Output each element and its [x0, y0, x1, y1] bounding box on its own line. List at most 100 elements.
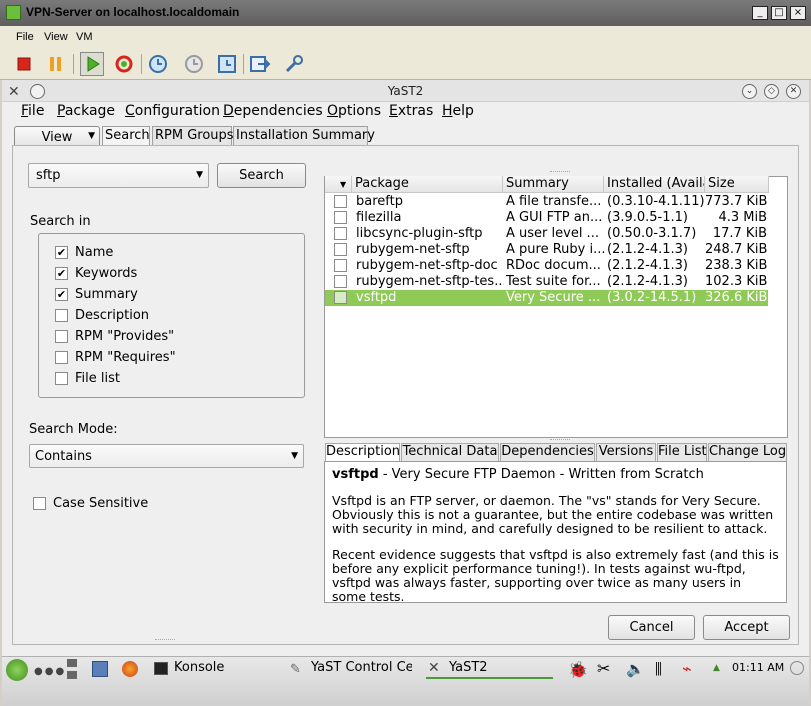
taskbar-yast-control-center[interactable]: YaST Control Cer — [311, 660, 412, 680]
table-row-selected[interactable]: vsftpd Very Secure ... (3.0.2-14.5.1) 32… — [325, 290, 768, 306]
workspace-dots-icon[interactable]: ●●● — [34, 666, 66, 677]
tab-description[interactable]: Description — [325, 443, 400, 461]
snapshot-icon[interactable] — [146, 52, 170, 76]
tab-dependencies[interactable]: Dependencies — [500, 443, 595, 461]
column-header-installed[interactable]: Installed (Availa — [604, 176, 705, 193]
settings-icon[interactable] — [282, 52, 306, 76]
vm-menubar — [0, 26, 811, 48]
menu-dependencies-mnemonic: D — [223, 103, 234, 119]
menu-dependencies[interactable]: Dependencies — [223, 103, 323, 119]
bug-icon[interactable]: 🐞 — [568, 660, 588, 679]
clock[interactable]: 01:11 AM — [732, 661, 784, 674]
play-icon[interactable] — [80, 52, 104, 76]
splitter-grip[interactable] — [550, 171, 570, 172]
summary-checkbox[interactable]: ✔ — [55, 288, 68, 301]
menu-help[interactable]: Help — [442, 103, 474, 119]
cancel-button[interactable]: Cancel — [608, 615, 695, 640]
vm-window-title: VPN-Server on localhost.localdomain — [26, 5, 240, 19]
minimize-button[interactable]: _ — [752, 6, 768, 20]
tab-search[interactable]: Search — [102, 126, 150, 145]
network-disconnected-icon[interactable]: ⌁ — [682, 659, 692, 678]
status-checkbox[interactable] — [334, 243, 347, 256]
refresh-icon[interactable] — [112, 52, 136, 76]
rpm-requires-checkbox[interactable] — [55, 351, 68, 364]
send-keys-icon[interactable] — [248, 52, 272, 76]
menu-configuration-label: onfiguration — [134, 103, 220, 119]
cancel-button-label: Cancel — [629, 620, 674, 635]
tab-file-list[interactable]: File List — [657, 443, 707, 461]
splitter-grip[interactable] — [550, 439, 570, 440]
volume-icon[interactable]: 🔈 — [626, 660, 645, 678]
status-checkbox[interactable] — [334, 227, 347, 240]
menu-file[interactable]: File — [21, 103, 44, 119]
tray-expand-icon[interactable]: ▲ — [713, 663, 720, 673]
search-button[interactable]: Search — [217, 163, 306, 188]
snapshot-revert-icon[interactable] — [182, 52, 206, 76]
vm-menu-file[interactable]: File — [16, 31, 34, 43]
column-header-summary[interactable]: Summary — [503, 176, 604, 193]
keywords-checkbox[interactable]: ✔ — [55, 267, 68, 280]
table-row[interactable]: rubygem-net-sftp A pure Ruby i... (2.1.2… — [325, 242, 768, 258]
name-checkbox[interactable]: ✔ — [55, 246, 68, 259]
table-row[interactable]: libcsync-plugin-sftp A user level ... (0… — [325, 226, 768, 242]
maximize-icon[interactable]: ◇ — [764, 84, 779, 99]
minimize-icon[interactable]: ⌄ — [742, 84, 757, 99]
clipboard-icon[interactable]: ⫼ — [655, 660, 662, 678]
search-mode-select[interactable]: Contains ▼ — [29, 444, 304, 468]
splitter-grip[interactable] — [155, 639, 175, 640]
package-installed: (2.1.2-4.1.3) — [607, 242, 688, 257]
package-summary: Test suite for... — [506, 274, 601, 289]
tab-rpm-groups[interactable]: RPM Groups — [152, 126, 234, 145]
menu-package[interactable]: Package — [57, 103, 115, 119]
package-size: 248.7 KiB — [705, 242, 767, 257]
taskbar-konsole[interactable]: Konsole — [174, 660, 224, 680]
rpm-provides-checkbox[interactable] — [55, 330, 68, 343]
tools-icon[interactable]: ✂ — [597, 659, 610, 678]
maximize-button[interactable]: □ — [771, 6, 787, 20]
menu-options-label: ptions — [338, 103, 382, 119]
snapshot-manager-icon[interactable] — [215, 52, 239, 76]
status-column-header[interactable]: ▼ — [325, 176, 352, 193]
package-summary: A file transfe... — [506, 194, 602, 209]
menu-options[interactable]: Options — [327, 103, 381, 119]
panel-options-icon[interactable] — [790, 661, 804, 675]
tab-installation-summary[interactable]: Installation Summary — [233, 126, 375, 145]
tab-change-log[interactable]: Change Log — [708, 443, 787, 461]
status-checkbox[interactable] — [334, 275, 347, 288]
accept-button[interactable]: Accept — [703, 615, 790, 640]
package-size: 773.7 KiB — [705, 194, 767, 209]
table-row[interactable]: rubygem-net-sftp-doc RDoc docum... (2.1.… — [325, 258, 768, 274]
status-checkbox[interactable] — [334, 259, 347, 272]
show-desktop-icon[interactable] — [66, 658, 78, 680]
table-row[interactable]: rubygem-net-sftp-tes... Test suite for..… — [325, 274, 768, 290]
file-manager-icon[interactable] — [92, 661, 108, 677]
tab-technical-data[interactable]: Technical Data — [401, 443, 499, 461]
vm-menu-vm[interactable]: VM — [76, 31, 93, 43]
column-header-size[interactable]: Size — [705, 176, 769, 193]
status-checkbox[interactable] — [334, 195, 347, 208]
yast-control-icon: ✎ — [290, 662, 301, 677]
column-header-package[interactable]: Package — [352, 176, 503, 193]
menu-configuration[interactable]: Configuration — [125, 103, 220, 119]
firefox-icon[interactable] — [122, 661, 138, 677]
close-button[interactable]: × — [790, 6, 806, 20]
vm-menu-view[interactable]: View — [44, 31, 68, 43]
stop-icon[interactable] — [12, 52, 36, 76]
search-input-value: sftp — [36, 168, 61, 183]
start-menu-icon[interactable] — [6, 659, 28, 681]
pause-icon[interactable] — [44, 52, 68, 76]
table-row[interactable]: filezilla A GUI FTP an... (3.9.0.5-1.1) … — [325, 210, 768, 226]
close-icon[interactable]: ✕ — [786, 84, 801, 99]
package-name: rubygem-net-sftp — [356, 242, 470, 257]
search-input[interactable]: sftp ▼ — [28, 163, 209, 188]
file-list-checkbox[interactable] — [55, 372, 68, 385]
yast-taskbar-icon: ✕ — [428, 660, 440, 676]
status-checkbox[interactable] — [334, 291, 347, 304]
description-checkbox[interactable] — [55, 309, 68, 322]
case-sensitive-checkbox[interactable] — [33, 497, 46, 510]
file-list-checkbox-label: File list — [75, 371, 120, 386]
tab-versions[interactable]: Versions — [596, 443, 656, 461]
status-checkbox[interactable] — [334, 211, 347, 224]
menu-extras[interactable]: Extras — [389, 103, 433, 119]
table-row[interactable]: bareftp A file transfe... (0.3.10-4.1.11… — [325, 194, 768, 210]
